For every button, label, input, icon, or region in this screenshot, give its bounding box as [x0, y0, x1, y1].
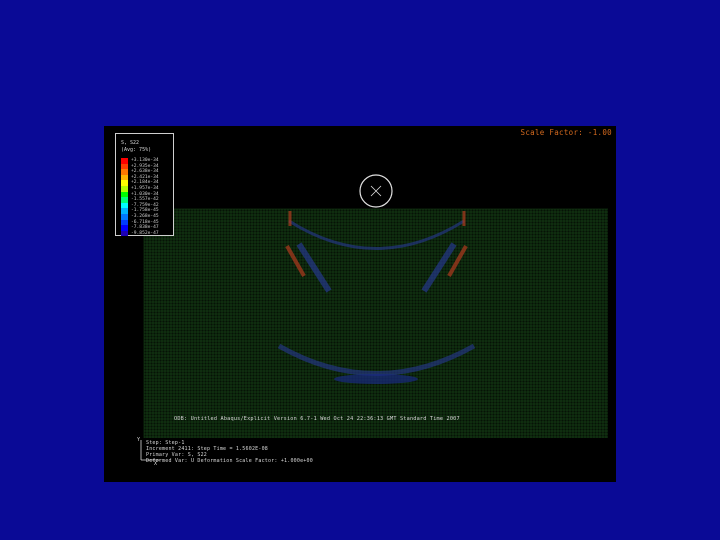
legend-label: -6.718e-45	[131, 219, 159, 225]
legend-label: +3.130e-34	[131, 158, 159, 163]
stress-bottom-region	[334, 374, 418, 384]
triad-y-label: Y	[137, 437, 140, 443]
step-info-block: Step: Step-1 Increment 2411: Step Time =…	[146, 440, 313, 464]
scale-factor-label: Scale Factor: -1.00	[520, 128, 612, 137]
viewport-canvas[interactable]: Scale Factor: -1.00 S, S22 (Avg: 75%) +3…	[104, 126, 616, 482]
odb-info-line: ODB: Untitled Abaqus/Explicit Version 6.…	[174, 416, 460, 422]
contour-legend: S, S22 (Avg: 75%) +3.130e-34 +2.935e-34 +2…	[115, 133, 174, 237]
legend-label: +2.638e-34	[131, 169, 159, 175]
mesh-background	[144, 209, 608, 438]
mesh-plot	[143, 174, 608, 438]
legend-label: +1.957e-34	[131, 186, 159, 191]
legend-label: -7.838e-47	[131, 225, 159, 231]
legend-variable: S, S22	[121, 140, 140, 146]
legend-label: +2.184e-34	[131, 180, 159, 186]
deformed-var-line: Deformed Var: U Deformation Scale Factor…	[146, 458, 313, 464]
legend-swatch	[121, 230, 128, 237]
legend-label: -9.852e-47	[131, 230, 159, 236]
legend-averaging: (Avg: 75%)	[121, 147, 152, 153]
legend-label: -3.268e-45	[131, 214, 159, 219]
legend-label: +2.935e-34	[131, 163, 159, 169]
legend-label: -1.758e-45	[131, 208, 159, 214]
legend-label: -1.557e-42	[131, 197, 159, 203]
legend-label: +1.030e-34	[131, 191, 159, 197]
legend-color-bar	[121, 158, 128, 237]
